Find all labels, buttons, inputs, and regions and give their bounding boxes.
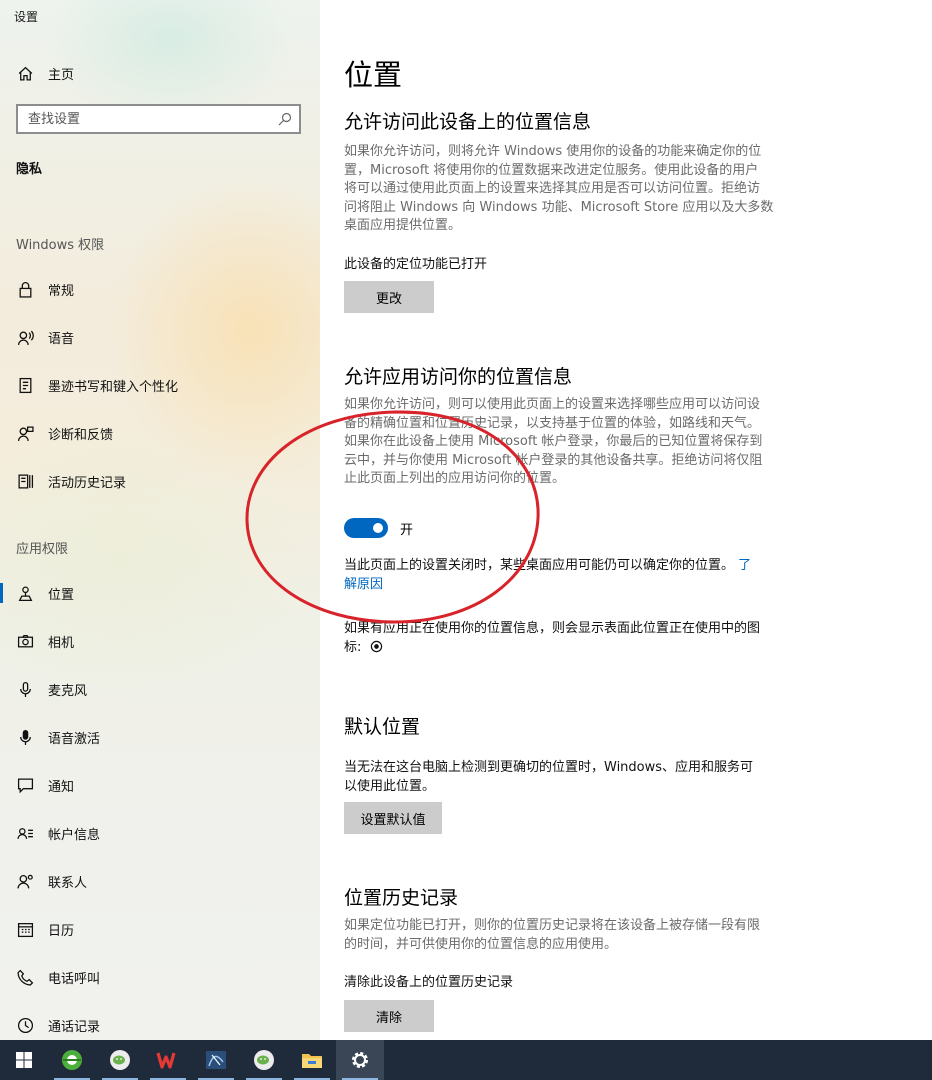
wechat-icon xyxy=(254,1050,274,1070)
settings-content: 位置 允许访问此设备上的位置信息 如果你允许访问，则将允许 Windows 使用… xyxy=(320,0,932,1040)
location-history-description: 如果定位功能已打开，则你的位置历史记录将在该设备上被存储一段有限 的时间，并可供… xyxy=(344,918,761,952)
sidebar-item-label: 墨迹书写和键入个性化 xyxy=(48,379,179,395)
call-history-icon xyxy=(16,1016,34,1034)
sidebar-item-diagnostics[interactable]: 诊断和反馈 xyxy=(0,413,320,453)
speech-icon xyxy=(16,328,34,346)
default-location-heading: 默认位置 xyxy=(344,716,421,738)
camera-icon xyxy=(16,632,34,650)
sidebar-item-inking[interactable]: 墨迹书写和键入个性化 xyxy=(0,365,320,405)
taskbar-settings[interactable] xyxy=(336,1040,384,1080)
clear-history-label: 清除此设备上的位置历史记录 xyxy=(344,975,514,990)
app-location-heading: 允许应用访问你的位置信息 xyxy=(344,366,573,388)
page-title: 位置 xyxy=(344,58,403,92)
settings-gear-icon xyxy=(352,1052,368,1068)
search-input[interactable] xyxy=(18,105,277,133)
sidebar-item-account-info[interactable]: 帐户信息 xyxy=(0,813,320,853)
default-location-text: 当无法在这台电脑上检测到更确切的位置时，Windows、应用和服务可 以使用此位… xyxy=(344,760,754,794)
sidebar-item-label: 电话呼叫 xyxy=(48,971,101,987)
sidebar-item-contacts[interactable]: 联系人 xyxy=(0,861,320,901)
toggle-state-label: 开 xyxy=(400,523,414,538)
sidebar-item-calendar[interactable]: 日历 xyxy=(0,909,320,949)
sidebar-item-phone-calls[interactable]: 电话呼叫 xyxy=(0,957,320,997)
voice-activation-icon xyxy=(16,728,34,746)
sidebar-item-label: 通话记录 xyxy=(48,1019,101,1035)
location-icon xyxy=(16,584,34,602)
inking-icon xyxy=(16,376,34,394)
learn-more-link-part1[interactable]: 了 xyxy=(738,558,751,573)
desktop-apps-note: 当此页面上的设置关闭时，某些桌面应用可能仍可以确定你的位置。 了 解原因 xyxy=(344,558,752,592)
sidebar-item-label: 帐户信息 xyxy=(48,827,101,843)
windows-start-icon xyxy=(16,1052,32,1068)
category-title: 隐私 xyxy=(16,162,43,177)
location-history-heading: 位置历史记录 xyxy=(344,887,459,909)
location-in-use-icon xyxy=(370,640,382,653)
sidebar-item-activity-history[interactable]: 活动历史记录 xyxy=(0,461,320,501)
change-button[interactable]: 更改 xyxy=(344,281,434,313)
device-location-status: 此设备的定位功能已打开 xyxy=(344,257,488,272)
taskbar-wechat-2[interactable] xyxy=(240,1040,288,1080)
sidebar-item-label: 诊断和反馈 xyxy=(48,427,114,443)
wechat-icon xyxy=(110,1050,130,1070)
file-explorer-icon xyxy=(302,1054,322,1068)
sidebar-item-notifications[interactable]: 通知 xyxy=(0,765,320,805)
sidebar-item-microphone[interactable]: 麦克风 xyxy=(0,669,320,709)
wps-icon xyxy=(156,1052,176,1069)
sidebar-item-home[interactable]: 主页 xyxy=(0,53,320,93)
taskbar xyxy=(0,1040,932,1080)
sidebar-item-label: 常规 xyxy=(48,283,75,299)
calendar-icon xyxy=(16,920,34,938)
sidebar-item-speech[interactable]: 语音 xyxy=(0,317,320,357)
sidebar-item-label: 日历 xyxy=(48,923,75,939)
sidebar-item-label: 通知 xyxy=(48,779,75,795)
browser-icon xyxy=(62,1050,82,1070)
taskbar-browser[interactable] xyxy=(48,1040,96,1080)
phone-icon xyxy=(16,968,34,986)
activity-history-icon xyxy=(16,472,34,490)
device-location-description: 如果你允许访问，则将允许 Windows 使用你的设备的功能来确定你的位 置，M… xyxy=(344,144,774,233)
sidebar-item-label: 相机 xyxy=(48,635,75,651)
sidebar-item-label: 语音 xyxy=(48,331,75,347)
start-button[interactable] xyxy=(0,1040,48,1080)
lock-icon xyxy=(16,280,34,298)
sidebar-item-label: 位置 xyxy=(48,587,75,603)
sidebar-item-voice-activation[interactable]: 语音激活 xyxy=(0,717,320,757)
sidebar-item-location[interactable]: 位置 xyxy=(0,573,320,613)
notification-icon xyxy=(16,776,34,794)
microphone-icon xyxy=(16,680,34,698)
search-icon[interactable] xyxy=(277,111,293,127)
app-location-toggle[interactable] xyxy=(344,518,388,538)
window-title: 设置 xyxy=(14,10,39,24)
sidebar-item-label: 联系人 xyxy=(48,875,88,891)
toggle-knob xyxy=(373,523,383,533)
sidebar-item-label: 活动历史记录 xyxy=(48,475,127,491)
account-info-icon xyxy=(16,824,34,842)
clear-button[interactable]: 清除 xyxy=(344,1000,434,1032)
learn-more-link[interactable]: 解原因 xyxy=(344,577,383,592)
settings-sidebar: 设置 主页 隐私 Windows 权限 常规 语音 墨迹书写和键入个性化 诊断和… xyxy=(0,0,320,1040)
app-icon xyxy=(206,1051,226,1069)
sidebar-item-label: 主页 xyxy=(48,67,75,83)
taskbar-wps[interactable] xyxy=(144,1040,192,1080)
sidebar-item-label: 麦克风 xyxy=(48,683,88,699)
feedback-icon xyxy=(16,424,34,442)
contacts-icon xyxy=(16,872,34,890)
device-location-heading: 允许访问此设备上的位置信息 xyxy=(344,111,592,133)
sidebar-item-camera[interactable]: 相机 xyxy=(0,621,320,661)
search-box[interactable] xyxy=(16,104,301,134)
set-default-button[interactable]: 设置默认值 xyxy=(344,802,442,834)
sidebar-item-call-history[interactable]: 通话记录 xyxy=(0,1005,320,1040)
home-icon xyxy=(16,64,34,82)
sidebar-item-label: 语音激活 xyxy=(48,731,101,747)
in-use-icon-note: 如果有应用正在使用你的位置信息，则会显示表面此位置正在使用中的图 标: xyxy=(344,621,761,655)
taskbar-wechat[interactable] xyxy=(96,1040,144,1080)
taskbar-app[interactable] xyxy=(192,1040,240,1080)
sidebar-item-general[interactable]: 常规 xyxy=(0,269,320,309)
taskbar-file-explorer[interactable] xyxy=(288,1040,336,1080)
windows-permissions-header: Windows 权限 xyxy=(16,238,105,253)
app-permissions-header: 应用权限 xyxy=(16,542,69,557)
app-location-description: 如果你允许访问，则可以使用此页面上的设置来选择哪些应用可以访问设 备的精确位置和… xyxy=(344,397,763,486)
